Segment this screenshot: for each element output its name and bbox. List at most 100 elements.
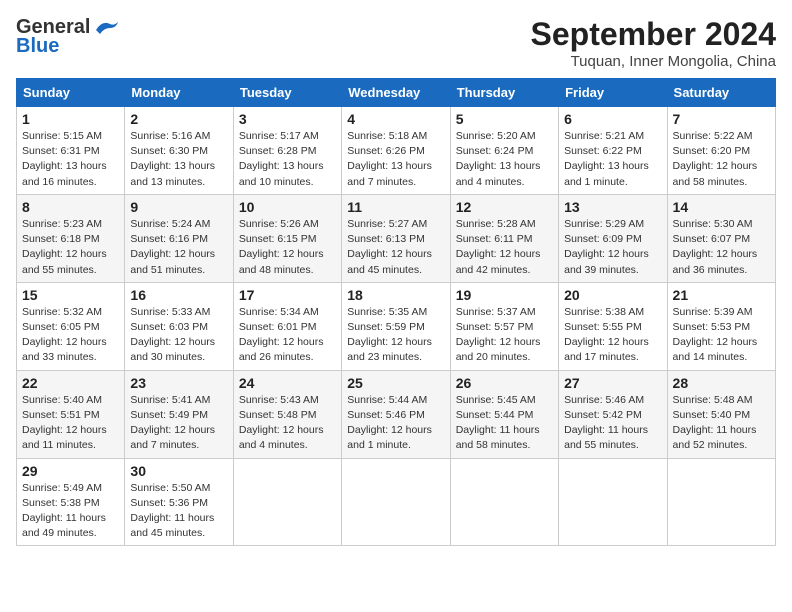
day-number: 10 xyxy=(239,199,336,215)
day-number: 24 xyxy=(239,375,336,391)
empty-cell xyxy=(233,458,341,546)
day-cell-26: 26 Sunrise: 5:45 AM Sunset: 5:44 PM Dayli… xyxy=(450,370,558,458)
calendar-week-3: 15 Sunrise: 5:32 AM Sunset: 6:05 PM Dayli… xyxy=(17,282,776,370)
day-info: Sunrise: 5:21 AM Sunset: 6:22 PM Dayligh… xyxy=(564,129,661,190)
day-info: Sunrise: 5:17 AM Sunset: 6:28 PM Dayligh… xyxy=(239,129,336,190)
day-cell-11: 11 Sunrise: 5:27 AM Sunset: 6:13 PM Dayli… xyxy=(342,194,450,282)
day-info: Sunrise: 5:27 AM Sunset: 6:13 PM Dayligh… xyxy=(347,217,444,278)
day-info: Sunrise: 5:37 AM Sunset: 5:57 PM Dayligh… xyxy=(456,305,553,366)
day-cell-29: 29Sunrise: 5:49 AM Sunset: 5:38 PM Dayli… xyxy=(17,458,125,546)
day-info: Sunrise: 5:18 AM Sunset: 6:26 PM Dayligh… xyxy=(347,129,444,190)
weekday-thursday: Thursday xyxy=(450,79,558,107)
day-number: 11 xyxy=(347,199,444,215)
day-number: 7 xyxy=(673,111,770,127)
day-number: 1 xyxy=(22,111,119,127)
day-number: 3 xyxy=(239,111,336,127)
day-info: Sunrise: 5:15 AM Sunset: 6:31 PM Dayligh… xyxy=(22,129,119,190)
day-info: Sunrise: 5:39 AM Sunset: 5:53 PM Dayligh… xyxy=(673,305,770,366)
day-cell-3: 3 Sunrise: 5:17 AM Sunset: 6:28 PM Daylig… xyxy=(233,107,341,195)
day-number: 28 xyxy=(673,375,770,391)
day-cell-1: 1 Sunrise: 5:15 AM Sunset: 6:31 PM Daylig… xyxy=(17,107,125,195)
day-cell-21: 21 Sunrise: 5:39 AM Sunset: 5:53 PM Dayli… xyxy=(667,282,775,370)
day-number: 4 xyxy=(347,111,444,127)
day-info: Sunrise: 5:41 AM Sunset: 5:49 PM Dayligh… xyxy=(130,393,227,454)
day-cell-19: 19 Sunrise: 5:37 AM Sunset: 5:57 PM Dayli… xyxy=(450,282,558,370)
day-info: Sunrise: 5:40 AM Sunset: 5:51 PM Dayligh… xyxy=(22,393,119,454)
day-cell-10: 10 Sunrise: 5:26 AM Sunset: 6:15 PM Dayli… xyxy=(233,194,341,282)
day-info: Sunrise: 5:22 AM Sunset: 6:20 PM Dayligh… xyxy=(673,129,770,190)
day-info: Sunrise: 5:28 AM Sunset: 6:11 PM Dayligh… xyxy=(456,217,553,278)
day-number: 5 xyxy=(456,111,553,127)
weekday-sunday: Sunday xyxy=(17,79,125,107)
day-number: 20 xyxy=(564,287,661,303)
day-number: 27 xyxy=(564,375,661,391)
day-cell-7: 7 Sunrise: 5:22 AM Sunset: 6:20 PM Daylig… xyxy=(667,107,775,195)
day-info: Sunrise: 5:34 AM Sunset: 6:01 PM Dayligh… xyxy=(239,305,336,366)
day-info: Sunrise: 5:45 AM Sunset: 5:44 PM Dayligh… xyxy=(456,393,553,454)
day-cell-18: 18 Sunrise: 5:35 AM Sunset: 5:59 PM Dayli… xyxy=(342,282,450,370)
day-cell-25: 25 Sunrise: 5:44 AM Sunset: 5:46 PM Dayli… xyxy=(342,370,450,458)
day-cell-8: 8 Sunrise: 5:23 AM Sunset: 6:18 PM Daylig… xyxy=(17,194,125,282)
empty-cell xyxy=(342,458,450,546)
day-info: Sunrise: 5:23 AM Sunset: 6:18 PM Dayligh… xyxy=(22,217,119,278)
day-cell-28: 28Sunrise: 5:48 AM Sunset: 5:40 PM Dayli… xyxy=(667,370,775,458)
day-cell-30: 30 Sunrise: 5:50 AM Sunset: 5:36 PM Dayli… xyxy=(125,458,233,546)
day-number: 15 xyxy=(22,287,119,303)
day-number: 21 xyxy=(673,287,770,303)
weekday-friday: Friday xyxy=(559,79,667,107)
logo: General Blue xyxy=(16,16,120,58)
calendar-week-5: 29Sunrise: 5:49 AM Sunset: 5:38 PM Dayli… xyxy=(17,458,776,546)
day-info: Sunrise: 5:50 AM Sunset: 5:36 PM Dayligh… xyxy=(130,481,227,542)
calendar-week-2: 8 Sunrise: 5:23 AM Sunset: 6:18 PM Daylig… xyxy=(17,194,776,282)
weekday-header-row: SundayMondayTuesdayWednesdayThursdayFrid… xyxy=(17,79,776,107)
month-title: September 2024 xyxy=(531,16,776,53)
empty-cell xyxy=(450,458,558,546)
day-number: 26 xyxy=(456,375,553,391)
day-info: Sunrise: 5:44 AM Sunset: 5:46 PM Dayligh… xyxy=(347,393,444,454)
day-number: 8 xyxy=(22,199,119,215)
day-number: 25 xyxy=(347,375,444,391)
day-number: 12 xyxy=(456,199,553,215)
day-number: 17 xyxy=(239,287,336,303)
day-number: 6 xyxy=(564,111,661,127)
title-block: September 2024 Tuquan, Inner Mongolia, C… xyxy=(531,16,776,70)
day-cell-9: 9Sunrise: 5:24 AM Sunset: 6:16 PM Daylig… xyxy=(125,194,233,282)
day-cell-5: 5 Sunrise: 5:20 AM Sunset: 6:24 PM Daylig… xyxy=(450,107,558,195)
day-number: 19 xyxy=(456,287,553,303)
logo-text-blue: Blue xyxy=(16,35,59,58)
day-info: Sunrise: 5:32 AM Sunset: 6:05 PM Dayligh… xyxy=(22,305,119,366)
location-title: Tuquan, Inner Mongolia, China xyxy=(531,53,776,70)
day-cell-17: 17 Sunrise: 5:34 AM Sunset: 6:01 PM Dayli… xyxy=(233,282,341,370)
weekday-saturday: Saturday xyxy=(667,79,775,107)
day-info: Sunrise: 5:43 AM Sunset: 5:48 PM Dayligh… xyxy=(239,393,336,454)
day-cell-4: 4 Sunrise: 5:18 AM Sunset: 6:26 PM Daylig… xyxy=(342,107,450,195)
day-cell-2: 2 Sunrise: 5:16 AM Sunset: 6:30 PM Daylig… xyxy=(125,107,233,195)
logo-bird-icon xyxy=(92,18,120,38)
day-cell-23: 23Sunrise: 5:41 AM Sunset: 5:49 PM Dayli… xyxy=(125,370,233,458)
day-number: 14 xyxy=(673,199,770,215)
day-number: 13 xyxy=(564,199,661,215)
day-cell-24: 24 Sunrise: 5:43 AM Sunset: 5:48 PM Dayli… xyxy=(233,370,341,458)
day-cell-12: 12 Sunrise: 5:28 AM Sunset: 6:11 PM Dayli… xyxy=(450,194,558,282)
day-cell-13: 13Sunrise: 5:29 AM Sunset: 6:09 PM Dayli… xyxy=(559,194,667,282)
day-info: Sunrise: 5:33 AM Sunset: 6:03 PM Dayligh… xyxy=(130,305,227,366)
day-number: 18 xyxy=(347,287,444,303)
day-info: Sunrise: 5:20 AM Sunset: 6:24 PM Dayligh… xyxy=(456,129,553,190)
day-info: Sunrise: 5:35 AM Sunset: 5:59 PM Dayligh… xyxy=(347,305,444,366)
day-number: 9 xyxy=(130,199,227,215)
weekday-monday: Monday xyxy=(125,79,233,107)
day-info: Sunrise: 5:16 AM Sunset: 6:30 PM Dayligh… xyxy=(130,129,227,190)
calendar-body: 1 Sunrise: 5:15 AM Sunset: 6:31 PM Daylig… xyxy=(17,107,776,546)
day-cell-27: 27 Sunrise: 5:46 AM Sunset: 5:42 PM Dayli… xyxy=(559,370,667,458)
day-number: 30 xyxy=(130,463,227,479)
page-header: General Blue September 2024 Tuquan, Inne… xyxy=(16,16,776,70)
day-cell-15: 15 Sunrise: 5:32 AM Sunset: 6:05 PM Dayli… xyxy=(17,282,125,370)
weekday-wednesday: Wednesday xyxy=(342,79,450,107)
calendar-week-4: 22Sunrise: 5:40 AM Sunset: 5:51 PM Dayli… xyxy=(17,370,776,458)
day-cell-6: 6 Sunrise: 5:21 AM Sunset: 6:22 PM Daylig… xyxy=(559,107,667,195)
day-number: 2 xyxy=(130,111,227,127)
day-info: Sunrise: 5:46 AM Sunset: 5:42 PM Dayligh… xyxy=(564,393,661,454)
empty-cell xyxy=(667,458,775,546)
day-info: Sunrise: 5:26 AM Sunset: 6:15 PM Dayligh… xyxy=(239,217,336,278)
day-cell-22: 22Sunrise: 5:40 AM Sunset: 5:51 PM Dayli… xyxy=(17,370,125,458)
